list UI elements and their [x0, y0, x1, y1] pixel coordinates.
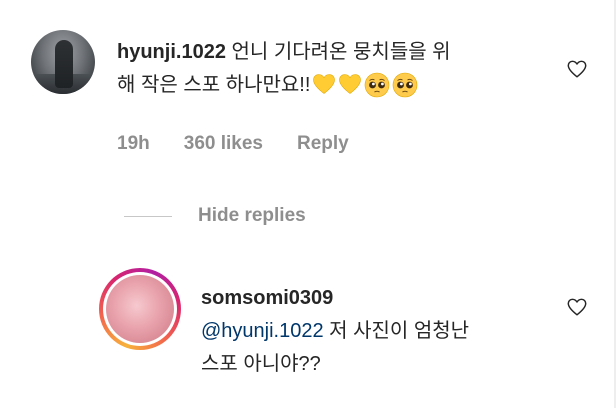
- heart-outline-icon[interactable]: [566, 296, 588, 318]
- heart-outline-icon[interactable]: [566, 58, 588, 80]
- comment-emojis: [312, 72, 418, 98]
- comment-body: hyunji.1022 언니 기다려온 뭉치들을 위 해 작은 스포 하나만요!…: [117, 36, 537, 102]
- comment-time: 19h: [117, 133, 150, 154]
- hide-replies-divider: [124, 215, 172, 217]
- reply-username[interactable]: somsomi0309: [201, 287, 333, 309]
- reply-button[interactable]: Reply: [297, 133, 349, 155]
- yellow-heart-icon: [339, 74, 362, 94]
- comment-thread: hyunji.1022 언니 기다려온 뭉치들을 위 해 작은 스포 하나만요!…: [0, 0, 616, 408]
- reply-mention[interactable]: @hyunji.1022: [201, 320, 324, 342]
- hide-replies-button[interactable]: Hide replies: [124, 205, 306, 227]
- comment-username[interactable]: hyunji.1022: [117, 41, 226, 63]
- comment-likes[interactable]: 360 likes: [184, 133, 263, 155]
- pleading-face-icon: [365, 72, 390, 98]
- avatar-figure: [55, 40, 73, 88]
- reply-text-line2: 스포 아니야??: [201, 353, 321, 375]
- yellow-heart-icon: [313, 74, 336, 94]
- hide-replies-label[interactable]: Hide replies: [198, 205, 306, 227]
- pleading-face-icon: [393, 72, 418, 98]
- comment-text-line2: 해 작은 스포 하나만요!!: [117, 74, 311, 96]
- comment-text-line1: 언니 기다려온 뭉치들을 위: [231, 41, 451, 63]
- reply-body: somsomi0309 @hyunji.1022 저 사진이 엄청난 스포 아니…: [201, 282, 501, 381]
- reply-text-line1: 저 사진이 엄청난: [323, 320, 470, 342]
- comment-meta: 19h 360 likes Reply: [117, 133, 349, 155]
- replier-avatar[interactable]: [106, 275, 174, 343]
- commenter-avatar[interactable]: [31, 30, 95, 94]
